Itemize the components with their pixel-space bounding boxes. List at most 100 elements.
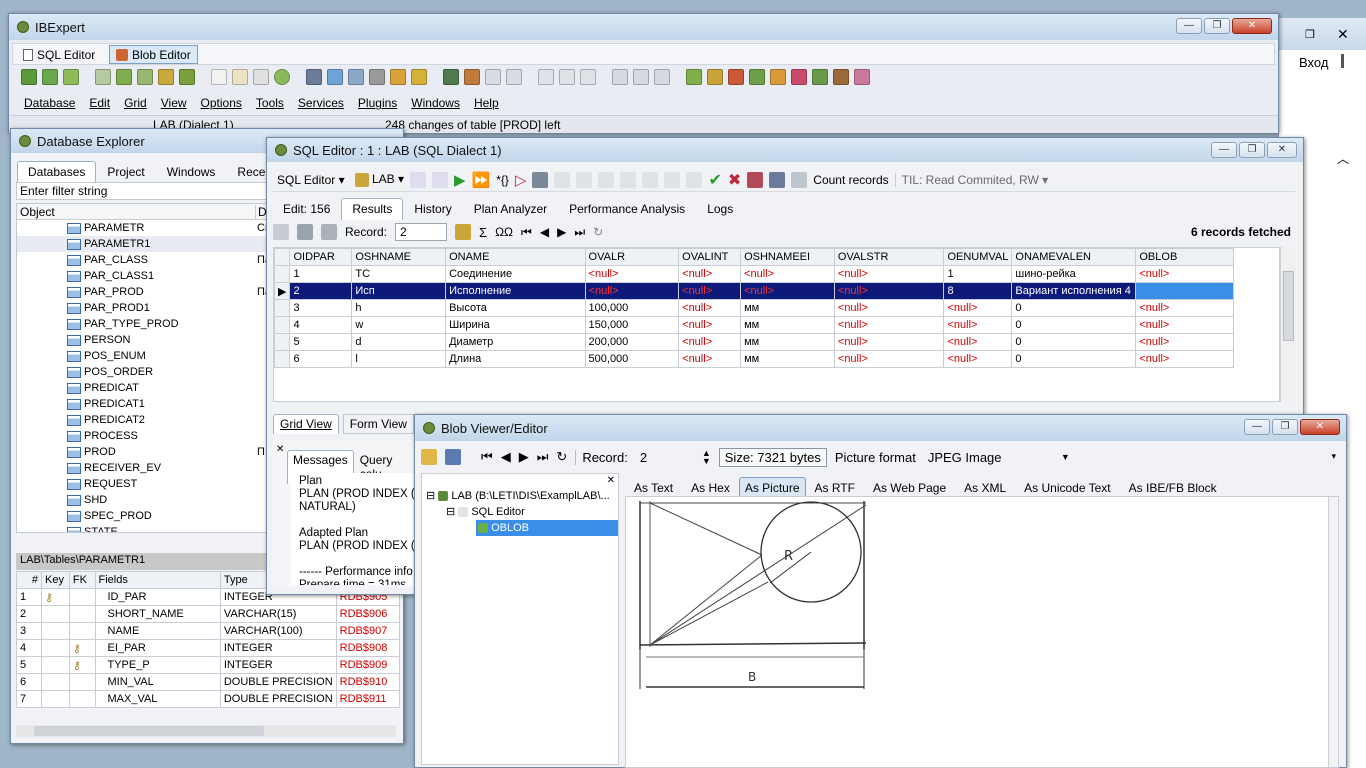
print-icon[interactable] [369, 69, 385, 85]
result-cell[interactable]: 8 [943, 282, 1013, 300]
grid-a-icon[interactable] [747, 171, 764, 188]
row-indicator[interactable] [274, 299, 291, 317]
monitor-icon[interactable] [443, 69, 459, 85]
key-icon[interactable] [411, 69, 427, 85]
result-row[interactable]: 5 d Диаметр 200,000 <null> мм <null> <null> 0 <nu… [274, 333, 1234, 351]
table-view-icon[interactable] [455, 224, 472, 240]
sum-icon[interactable]: Σ [479, 225, 487, 240]
result-cell[interactable]: <null> [584, 265, 680, 283]
result-cell[interactable]: мм [740, 350, 835, 368]
menu-services[interactable]: Services [298, 96, 344, 110]
tab-plan-analyzer[interactable]: Plan Analyzer [463, 198, 558, 220]
first-record-icon[interactable]: ⏮ [521, 225, 532, 240]
column-header[interactable]: OENUMVAL [943, 248, 1013, 266]
grid5-icon[interactable] [770, 69, 786, 85]
refresh-icon[interactable]: ↻ [556, 449, 567, 465]
field-row[interactable]: 3 NAME VARCHAR(100) RDB$907 [15, 622, 401, 640]
til-dropdown[interactable]: TIL: Read Commited, RW ▾ [894, 172, 1048, 187]
result-cell[interactable]: <null> [943, 316, 1013, 334]
tab-performance[interactable]: Performance Analysis [558, 198, 696, 220]
reconnect-icon[interactable] [63, 69, 79, 85]
result-cell[interactable]: Исп [351, 282, 447, 300]
record-input[interactable]: 2 [636, 447, 694, 467]
result-cell[interactable]: Исполнение [445, 282, 586, 300]
grid7-icon[interactable] [812, 69, 828, 85]
tab-results[interactable]: Results [341, 198, 404, 220]
row-indicator[interactable] [274, 265, 291, 283]
disconnect-icon[interactable] [95, 69, 111, 85]
result-cell[interactable]: <null> [678, 282, 742, 300]
menu-options[interactable]: Options [201, 96, 242, 110]
minimize-button[interactable]: — [1176, 18, 1202, 34]
result-cell[interactable]: l [351, 350, 447, 368]
menu-windows[interactable]: Windows [411, 96, 460, 110]
grid9-icon[interactable] [854, 69, 870, 85]
open-file-icon[interactable] [421, 449, 437, 465]
debug-icon[interactable]: ▷ [515, 171, 527, 189]
field-row[interactable]: 6 MIN_VAL DOUBLE PRECISION RDB$910 [15, 673, 401, 691]
tab-form-view[interactable]: Form View [342, 414, 414, 434]
menu-database[interactable]: Database [24, 96, 75, 110]
unplug-icon[interactable] [137, 69, 153, 85]
tab-blob-editor[interactable]: Blob Editor [109, 45, 198, 64]
result-cell[interactable]: <null> [678, 316, 742, 334]
result-cell[interactable]: Высота [445, 299, 586, 317]
tab-edit[interactable]: Edit: 156 [272, 198, 341, 220]
result-cell[interactable]: <null> [740, 282, 835, 300]
login-link[interactable]: Вход [1299, 55, 1328, 70]
close-button[interactable]: ✕ [1267, 142, 1297, 158]
save-file-icon[interactable] [445, 449, 461, 465]
result-cell[interactable] [1135, 282, 1234, 300]
result-cell[interactable]: <null> [833, 350, 945, 368]
result-cell[interactable]: <null> [678, 265, 742, 283]
tree-oblob-node[interactable]: OBLOB [476, 520, 618, 536]
result-cell[interactable]: 500,000 [584, 350, 680, 368]
result-cell[interactable]: <null> [1135, 299, 1234, 317]
result-cell[interactable]: <null> [584, 282, 680, 300]
import-icon[interactable] [179, 69, 195, 85]
result-cell[interactable]: 150,000 [584, 316, 680, 334]
result-row[interactable]: ▶ 2 Исп Исполнение <null> <null> <null> <null> 8… [274, 282, 1234, 300]
editor-dropdown[interactable]: SQL Editor ▾ [273, 173, 349, 187]
run-icon[interactable]: ▶ [454, 171, 466, 189]
tab-project[interactable]: Project [96, 161, 155, 183]
add-filter-icon[interactable] [321, 224, 337, 240]
result-cell[interactable]: 1 [289, 265, 353, 283]
close-button[interactable]: ✕ [1232, 18, 1272, 34]
prepare-icon[interactable] [532, 171, 549, 188]
grid-b-icon[interactable] [769, 171, 786, 188]
result-cell[interactable]: <null> [943, 333, 1013, 351]
column-header[interactable]: OIDPAR [289, 248, 353, 266]
menu-view[interactable]: View [161, 96, 187, 110]
tab-windows[interactable]: Windows [156, 161, 227, 183]
chevron-up-icon[interactable]: ︿ [1337, 150, 1349, 167]
plug-icon[interactable] [116, 69, 132, 85]
tab-sql-editor[interactable]: SQL Editor [17, 46, 101, 64]
result-cell[interactable]: <null> [1135, 350, 1234, 368]
result-cell[interactable]: мм [740, 299, 835, 317]
result-cell[interactable]: Длина [445, 350, 586, 368]
maximize-button[interactable]: ❐ [1272, 419, 1298, 435]
menu-grid[interactable]: Grid [124, 96, 147, 110]
row-indicator[interactable] [274, 333, 291, 351]
next-record-icon[interactable]: ▶ [557, 225, 566, 239]
script-icon[interactable] [464, 69, 480, 85]
result-cell[interactable]: 3 [289, 299, 353, 317]
result-cell[interactable]: 0 [1011, 316, 1137, 334]
fields-hscroll[interactable] [16, 725, 396, 737]
row-indicator[interactable]: ▶ [274, 282, 291, 300]
last-record-icon[interactable]: ⏭ [537, 449, 549, 465]
format-dropdown[interactable]: JPEG Image ▼ [924, 447, 1074, 467]
grid4-icon[interactable] [749, 69, 765, 85]
result-cell[interactable]: h [351, 299, 447, 317]
users-icon[interactable] [390, 69, 406, 85]
maximize-button[interactable]: ❐ [1204, 18, 1230, 34]
open-doc-icon[interactable] [232, 69, 248, 85]
result-cell[interactable]: шино-рейка [1011, 265, 1137, 283]
toolbar-overflow-icon[interactable]: ▾ [1331, 451, 1336, 462]
column-header[interactable]: OSHNAME [351, 248, 447, 266]
last-record-icon[interactable]: ⏭ [574, 225, 585, 240]
result-cell[interactable]: <null> [833, 282, 945, 300]
result-cell[interactable]: d [351, 333, 447, 351]
prev-record-icon[interactable]: ◀ [540, 225, 549, 239]
